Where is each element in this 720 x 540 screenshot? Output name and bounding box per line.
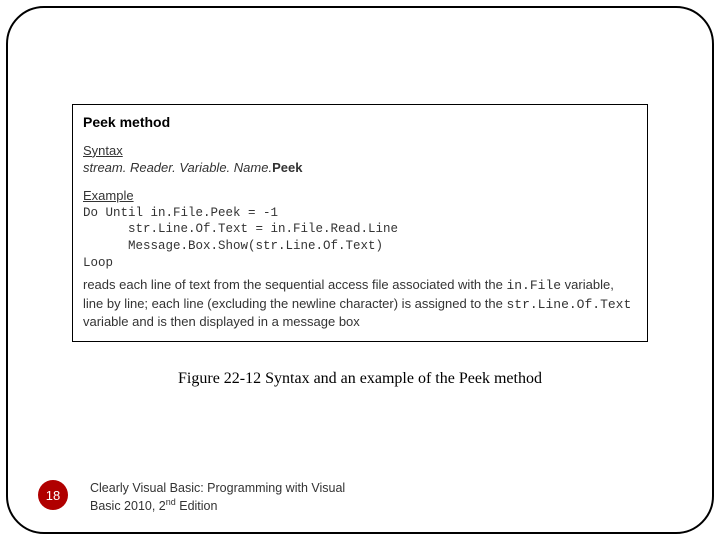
example-label: Example: [83, 187, 637, 205]
example-description: reads each line of text from the sequent…: [83, 276, 637, 331]
footer-line-1: Clearly Visual Basic: Programming with V…: [90, 481, 345, 495]
desc-mono-1: in.File: [506, 278, 561, 293]
code-line-4: Loop: [83, 255, 637, 272]
example-block: Example Do Until in.File.Peek = -1 str.L…: [83, 187, 637, 272]
figure-box: Peek method Syntax stream. Reader. Varia…: [72, 104, 648, 342]
code-line-1: Do Until in.File.Peek = -1: [83, 205, 637, 222]
page-number: 18: [38, 480, 68, 510]
footer-line-2a: Basic 2010, 2: [90, 499, 166, 513]
syntax-label: Syntax: [83, 142, 637, 160]
syntax-variable: stream. Reader. Variable. Name: [83, 160, 268, 175]
footer-line-2b: Edition: [176, 499, 218, 513]
code-line-3: Message.Box.Show(str.Line.Of.Text): [83, 238, 637, 255]
desc-mono-2: str.Line.Of.Text: [506, 297, 631, 312]
desc-text-1: reads each line of text from the sequent…: [83, 277, 506, 292]
desc-text-3: variable and is then displayed in a mess…: [83, 314, 360, 329]
figure-caption: Figure 22-12 Syntax and an example of th…: [0, 370, 720, 388]
syntax-method: Peek: [272, 160, 302, 175]
syntax-line: stream. Reader. Variable. Name.Peek: [83, 159, 637, 177]
box-title: Peek method: [83, 113, 637, 132]
footer-text: Clearly Visual Basic: Programming with V…: [90, 480, 410, 514]
footer-sup: nd: [166, 497, 176, 507]
code-line-2: str.Line.Of.Text = in.File.Read.Line: [83, 221, 637, 238]
